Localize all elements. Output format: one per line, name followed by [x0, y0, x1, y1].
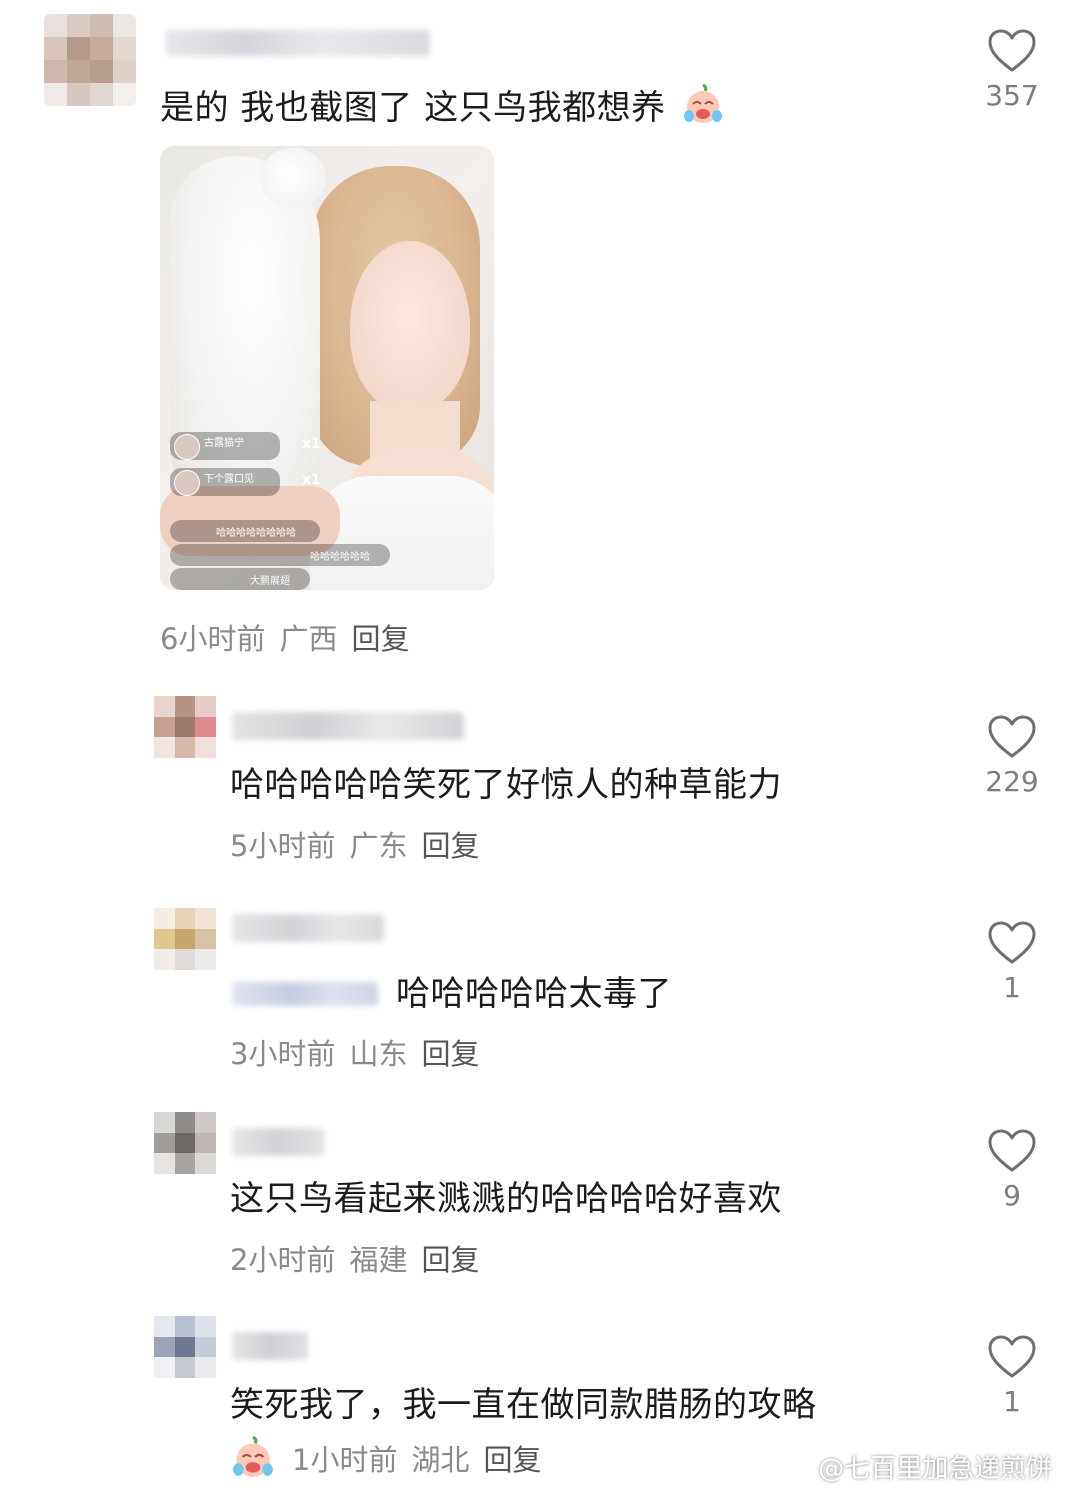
- gift-count: x1: [302, 472, 321, 488]
- username[interactable]: [166, 30, 430, 56]
- weibo-logo-icon: [776, 1453, 806, 1486]
- comment-location: 福建: [349, 1243, 408, 1277]
- comment-text: 哈哈哈哈哈太毒了: [396, 974, 672, 1014]
- like-button[interactable]: 1: [980, 1334, 1044, 1418]
- heart-outline-icon: [988, 29, 1036, 72]
- avatar[interactable]: [44, 14, 136, 106]
- comment-image[interactable]: 古露猫宁 x1 下个露口见 x1 哈哈哈哈哈哈哈哈 哈哈哈哈哈哈 大鹏展翅: [160, 146, 494, 590]
- reply-button[interactable]: 回复: [421, 1037, 479, 1071]
- reply-button[interactable]: 回复: [421, 1243, 479, 1277]
- comment-meta: 1小时前 湖北 回复: [292, 1442, 555, 1478]
- comment-time: 6小时前: [160, 622, 266, 656]
- heart-outline-icon: [988, 921, 1036, 964]
- comment-text: 是的 我也截图了 这只鸟我都想养: [160, 82, 725, 137]
- gift-user: 下个露口见: [204, 474, 254, 485]
- like-count: 229: [985, 765, 1039, 798]
- avatar[interactable]: [154, 696, 216, 758]
- reply-button[interactable]: 回复: [351, 622, 409, 656]
- comment-meta: 3小时前 山东 回复: [230, 1036, 493, 1072]
- comment-text: 笑死我了，我一直在做同款腊肠的攻略: [230, 1385, 817, 1425]
- like-count: 1: [1003, 1385, 1021, 1418]
- comment-location: 湖北: [411, 1443, 470, 1477]
- like-count: 357: [985, 79, 1039, 112]
- comment-location: 广东: [349, 829, 408, 863]
- comment-text: 这只鸟看起来溅溅的哈哈哈哈好喜欢: [230, 1179, 782, 1219]
- username[interactable]: [232, 1128, 324, 1156]
- comment-time: 3小时前: [230, 1037, 336, 1071]
- heart-outline-icon: [988, 1335, 1036, 1378]
- gift-avatar: [174, 434, 200, 460]
- comment-time: 1小时前: [292, 1443, 398, 1477]
- comment-text: 哈哈哈哈哈笑死了好惊人的种草能力: [230, 765, 782, 805]
- watermark-text: @七百里加急递煎饼: [818, 1454, 1053, 1484]
- username[interactable]: [232, 712, 464, 740]
- reply-button[interactable]: 回复: [483, 1443, 541, 1477]
- comment-meta: 2小时前 福建 回复: [230, 1242, 493, 1278]
- username[interactable]: [232, 1332, 308, 1360]
- like-count: 9: [1003, 1179, 1021, 1212]
- chat-line: 大鹏展翅: [250, 576, 290, 587]
- comment-location: 广西: [279, 622, 338, 656]
- username[interactable]: [232, 914, 384, 942]
- avatar[interactable]: [154, 1112, 216, 1174]
- crying-laugh-emoji-icon: [230, 1434, 276, 1484]
- like-button[interactable]: 357: [980, 28, 1044, 112]
- like-count: 1: [1003, 971, 1021, 1004]
- chat-line: 哈哈哈哈哈哈哈哈: [216, 528, 296, 539]
- crying-laugh-emoji-icon: [681, 82, 725, 137]
- comment-meta: 6小时前 广西 回复: [160, 621, 423, 657]
- avatar[interactable]: [154, 1316, 216, 1378]
- heart-outline-icon: [988, 715, 1036, 758]
- mentioned-user[interactable]: [232, 982, 378, 1006]
- like-button[interactable]: 9: [980, 1128, 1044, 1212]
- chat-line: 哈哈哈哈哈哈: [310, 552, 370, 563]
- like-button[interactable]: 1: [980, 920, 1044, 1004]
- parrot-head-shape: [260, 148, 326, 208]
- comment-location: 山东: [349, 1037, 408, 1071]
- gift-avatar: [174, 470, 200, 496]
- heart-outline-icon: [988, 1129, 1036, 1172]
- reply-button[interactable]: 回复: [421, 829, 479, 863]
- comment-time: 2小时前: [230, 1243, 336, 1277]
- face-shape: [350, 241, 470, 411]
- avatar[interactable]: [154, 908, 216, 970]
- weibo-watermark: @七百里加急递煎饼: [776, 1448, 1052, 1486]
- comment-time: 5小时前: [230, 829, 336, 863]
- gift-count: x1: [302, 436, 321, 452]
- comment-meta: 5小时前 广东 回复: [230, 828, 493, 864]
- like-button[interactable]: 229: [980, 714, 1044, 798]
- gift-user: 古露猫宁: [204, 438, 244, 449]
